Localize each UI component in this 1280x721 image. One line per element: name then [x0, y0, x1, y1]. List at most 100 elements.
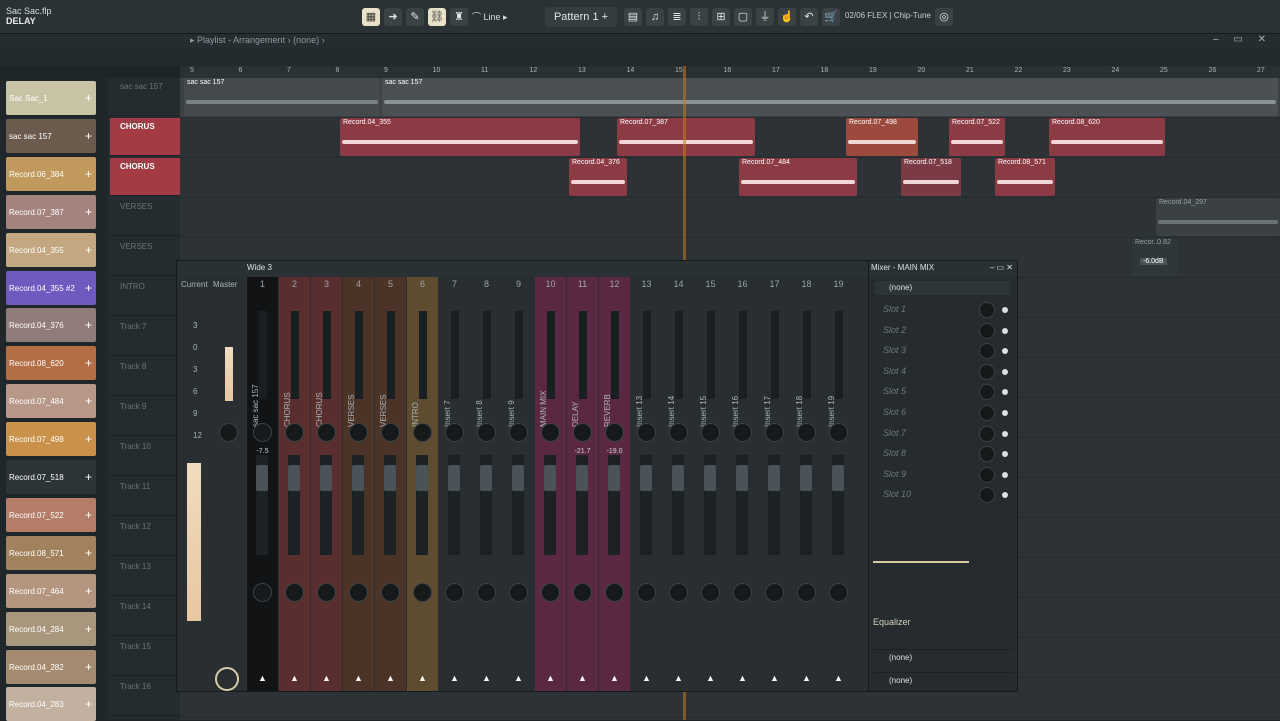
route-arrow-icon[interactable]: ▲: [535, 673, 566, 683]
track-header[interactable]: Track 11: [110, 478, 180, 516]
mixer-strip[interactable]: 13 Insert 13 ▲: [631, 277, 662, 691]
sidebar-clip[interactable]: Record.04_355 +: [6, 232, 96, 267]
plus-icon[interactable]: +: [85, 622, 92, 636]
audio-clip[interactable]: sac sac 157: [382, 78, 1278, 116]
route-arrow-icon[interactable]: ▲: [343, 673, 374, 683]
stereo-separation-knob[interactable]: [797, 583, 816, 602]
sidebar-clip[interactable]: Sac Sac_1 +: [6, 81, 96, 115]
track-header[interactable]: Track 8: [110, 358, 180, 396]
track-header[interactable]: Track 16: [110, 678, 180, 716]
volume-fader-handle[interactable]: [480, 465, 492, 491]
slot-mix-knob[interactable]: [979, 302, 995, 318]
plus-icon[interactable]: +: [85, 470, 92, 484]
effect-slot[interactable]: Slot 3: [875, 342, 1011, 362]
pan-knob[interactable]: [573, 423, 592, 442]
audio-clip[interactable]: Record.07_484: [739, 158, 857, 196]
volume-fader-handle[interactable]: [416, 465, 428, 491]
pattern-selector[interactable]: Pattern 1 +: [545, 7, 617, 27]
pan-knob[interactable]: [285, 423, 304, 442]
route-arrow-icon[interactable]: ▲: [759, 673, 790, 683]
route-arrow-icon[interactable]: ▲: [247, 673, 278, 683]
mixer-strip[interactable]: 11 DELAY -21.7 ▲: [567, 277, 598, 691]
stereo-separation-knob[interactable]: [669, 583, 688, 602]
slot-mix-knob[interactable]: [979, 384, 995, 401]
mixer-strip[interactable]: 14 Insert 14 ▲: [663, 277, 694, 691]
slot-enable-led[interactable]: [1002, 430, 1008, 437]
browser-icon[interactable]: ⊞: [712, 8, 730, 26]
volume-fader-handle[interactable]: [352, 465, 364, 491]
track-header[interactable]: CHORUS: [110, 158, 180, 196]
route-arrow-icon[interactable]: ▲: [503, 673, 534, 683]
mixer-strip[interactable]: 7 Insert 7 ▲: [439, 277, 470, 691]
pan-knob[interactable]: [509, 423, 528, 442]
plus-icon[interactable]: +: [85, 432, 92, 446]
pan-knob[interactable]: [637, 423, 656, 442]
pan-knob[interactable]: [797, 423, 816, 442]
stereo-separation-knob[interactable]: [733, 583, 752, 602]
route-arrow-icon[interactable]: ▲: [279, 673, 310, 683]
stereo-separation-knob[interactable]: [509, 583, 528, 602]
slot-enable-led[interactable]: [1002, 471, 1008, 478]
stereo-separation-knob[interactable]: [477, 583, 496, 602]
mixer-strip[interactable]: 12 REVERB -19.0 ▲: [599, 277, 630, 691]
pan-knob[interactable]: [477, 423, 496, 442]
stamp-icon[interactable]: ♜: [450, 8, 468, 26]
mixer-strip[interactable]: 15 Insert 15 ▲: [695, 277, 726, 691]
route-arrow-icon[interactable]: ▲: [727, 673, 758, 683]
sidebar-clip[interactable]: Record.07_484 +: [6, 384, 96, 419]
slot-mix-knob[interactable]: [979, 425, 995, 442]
piano-roll-icon[interactable]: ♫: [646, 8, 664, 26]
effect-slot[interactable]: Slot 4: [875, 363, 1011, 383]
volume-fader-handle[interactable]: [544, 465, 556, 491]
track-header[interactable]: Track 12: [110, 518, 180, 556]
route-arrow-icon[interactable]: ▲: [791, 673, 822, 683]
route-arrow-icon[interactable]: ▲: [407, 673, 438, 683]
mixer-preset[interactable]: Wide 3: [247, 263, 272, 272]
mixer-strip[interactable]: 3 CHORUS ▲: [311, 277, 342, 691]
slot-enable-led[interactable]: [1002, 492, 1008, 499]
effect-slot[interactable]: Slot 5: [875, 383, 1011, 403]
audio-clip[interactable]: Record.07_498: [846, 118, 918, 156]
stereo-separation-knob[interactable]: [637, 583, 656, 602]
stereo-separation-knob[interactable]: [253, 583, 272, 602]
audio-clip[interactable]: Record.08_571: [995, 158, 1055, 196]
mixer-strip[interactable]: 18 Insert 18 ▲: [791, 277, 822, 691]
snap-selector[interactable]: ⌒ Line ▸: [472, 8, 536, 26]
pan-knob[interactable]: [701, 423, 720, 442]
mixer-strip[interactable]: 19 Insert 19 ▲: [823, 277, 854, 691]
volume-fader-handle[interactable]: [256, 465, 268, 491]
volume-fader-handle[interactable]: [512, 465, 524, 491]
track-header[interactable]: Track 9: [110, 398, 180, 436]
volume-fader-handle[interactable]: [448, 465, 460, 491]
draw-tool-icon[interactable]: ✎: [406, 8, 424, 26]
stereo-separation-knob[interactable]: [829, 583, 848, 602]
pan-knob[interactable]: [541, 423, 560, 442]
typing-keyboard-icon[interactable]: ▦: [362, 8, 380, 26]
plug-icon[interactable]: ⏚: [756, 8, 774, 26]
track-header[interactable]: Track 14: [110, 598, 180, 636]
pan-knob[interactable]: [605, 423, 624, 442]
master-send-knob[interactable]: [215, 667, 239, 691]
mixer-strip[interactable]: 6 INTRO ▲: [407, 277, 438, 691]
track-header[interactable]: VERSES: [110, 238, 180, 276]
volume-fader-handle[interactable]: [384, 465, 396, 491]
stereo-separation-knob[interactable]: [605, 583, 624, 602]
effect-slot[interactable]: Slot 8: [875, 445, 1011, 465]
mixer-strip[interactable]: 9 Insert 9 ▲: [503, 277, 534, 691]
route-arrow-icon[interactable]: ▲: [823, 673, 854, 683]
audio-clip[interactable]: Record.07_518: [901, 158, 961, 196]
volume-fader-handle[interactable]: [768, 465, 780, 491]
volume-fader-handle[interactable]: [832, 465, 844, 491]
plus-icon[interactable]: +: [85, 91, 92, 105]
pan-knob[interactable]: [829, 423, 848, 442]
channel-rack-icon[interactable]: ≣: [668, 8, 686, 26]
pan-knob[interactable]: [413, 423, 432, 442]
input-selector[interactable]: (none): [875, 281, 1011, 295]
volume-fader-handle[interactable]: [672, 465, 684, 491]
volume-fader-handle[interactable]: [640, 465, 652, 491]
mixer-icon[interactable]: ⫶: [690, 8, 708, 26]
sidebar-clip[interactable]: Record.06_384 +: [6, 156, 96, 191]
route-arrow-icon[interactable]: ▲: [631, 673, 662, 683]
window-controls-icon[interactable]: – ▭ ✕: [990, 263, 1013, 272]
plus-icon[interactable]: +: [85, 356, 92, 370]
